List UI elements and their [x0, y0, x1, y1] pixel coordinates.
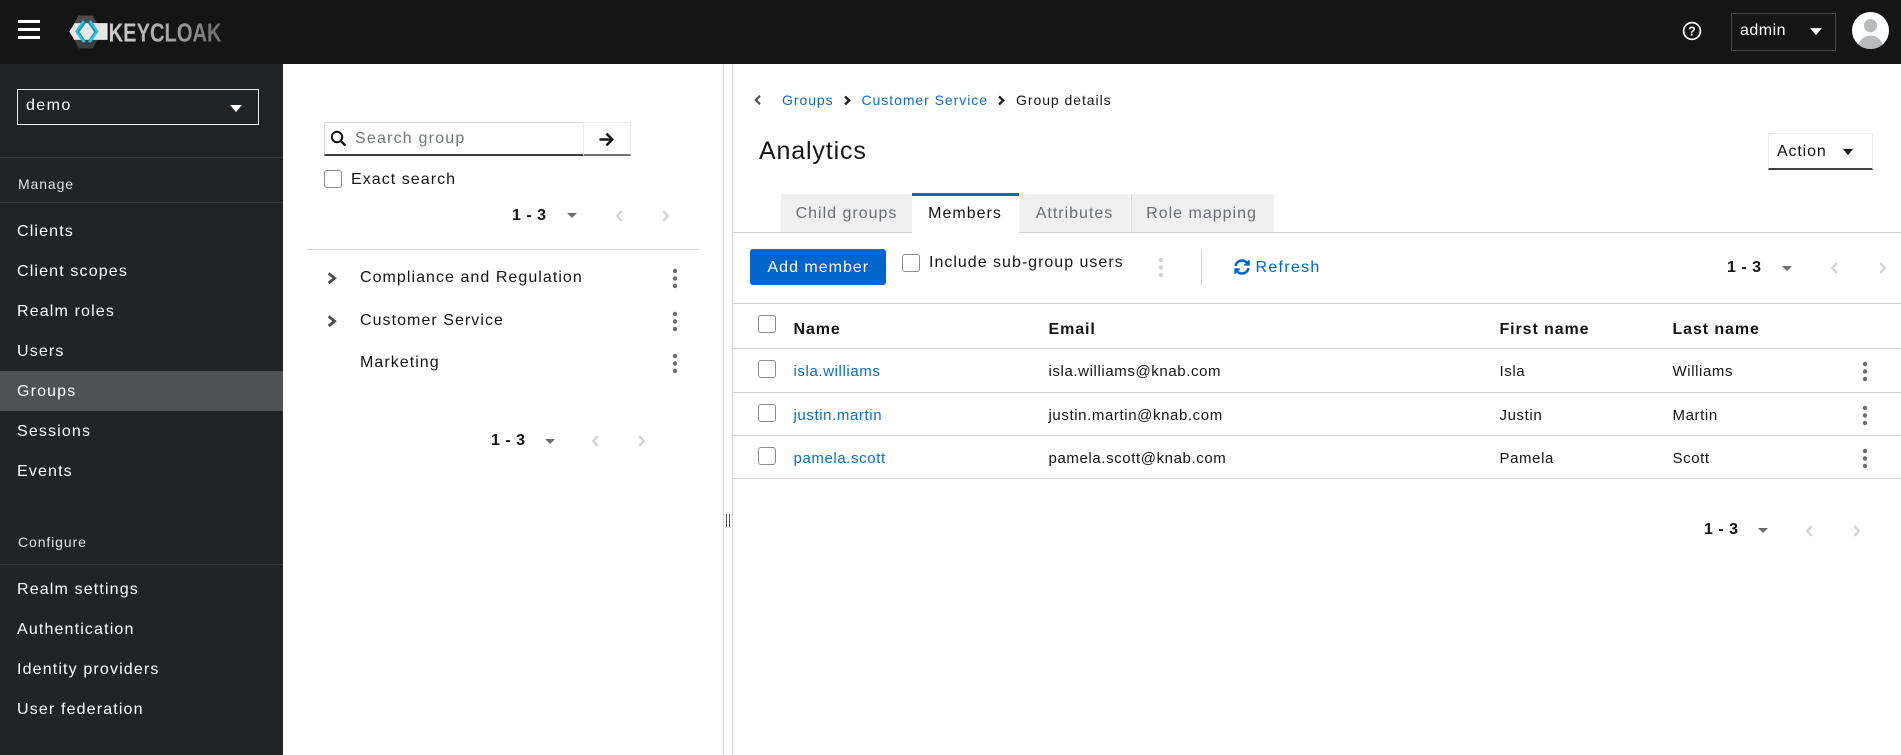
svg-text:KEYCLOAK: KEYCLOAK: [109, 20, 222, 48]
svg-text:?: ?: [1688, 24, 1696, 38]
